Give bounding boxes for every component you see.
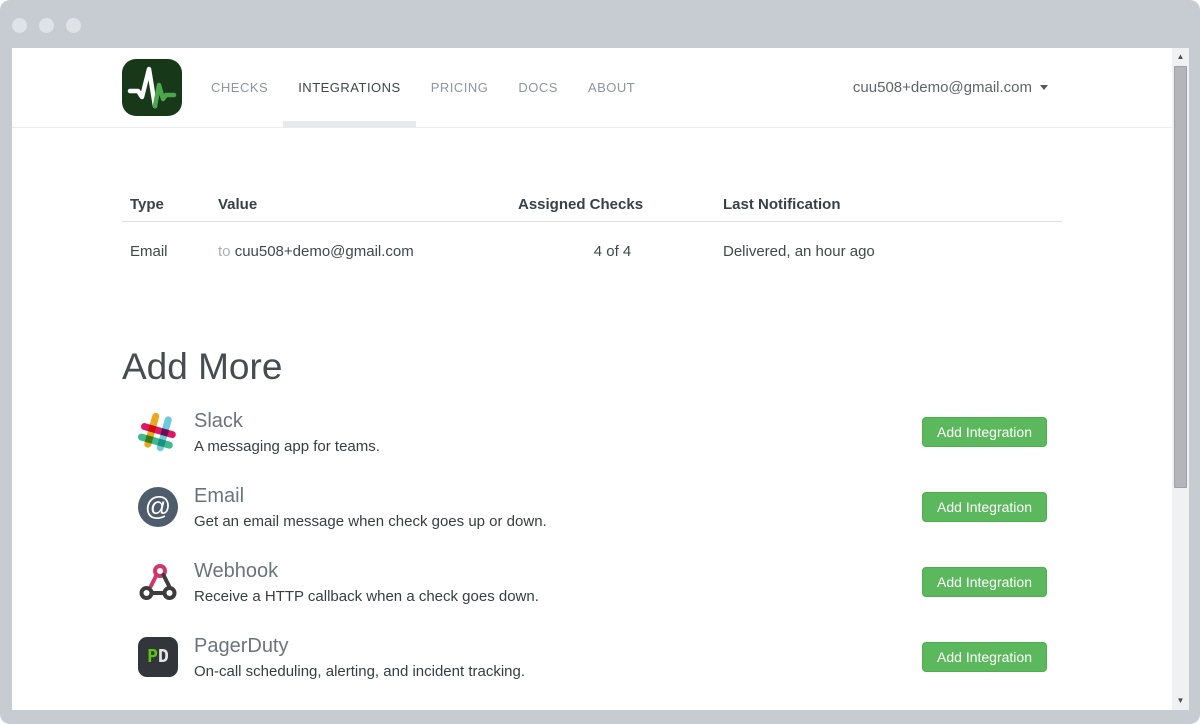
webhook-icon bbox=[138, 562, 178, 602]
healthchecks-logo[interactable] bbox=[122, 59, 182, 116]
integration-row-pagerduty: PD PagerDuty On-call scheduling, alertin… bbox=[122, 625, 1062, 689]
nav-item-docs[interactable]: DOCS bbox=[503, 48, 573, 128]
integrations-table: Type Value Assigned Checks Last Notifica… bbox=[122, 188, 1062, 286]
nav-item-pricing[interactable]: PRICING bbox=[416, 48, 504, 128]
vertical-scrollbar[interactable]: ▲ ▼ bbox=[1172, 48, 1189, 710]
add-integration-button-webhook[interactable]: Add Integration bbox=[922, 567, 1047, 597]
nav-item-integrations[interactable]: INTEGRATIONS bbox=[283, 48, 416, 128]
nav-item-about[interactable]: ABOUT bbox=[573, 48, 650, 128]
main-nav: CHECKS INTEGRATIONS PRICING DOCS ABOUT bbox=[196, 48, 650, 128]
col-header-last-notification: Last Notification bbox=[715, 188, 1062, 222]
cell-value: to cuu508+demo@gmail.com bbox=[210, 222, 510, 287]
browser-titlebar bbox=[0, 0, 1200, 48]
cell-assigned-checks: 4 of 4 bbox=[593, 243, 632, 260]
cell-type: Email bbox=[130, 243, 168, 260]
integration-name: Slack bbox=[194, 409, 243, 432]
integration-description: Get an email message when check goes up … bbox=[194, 512, 547, 530]
slack-icon bbox=[137, 411, 178, 453]
pagerduty-icon: PD bbox=[138, 637, 178, 677]
window-controls bbox=[12, 18, 81, 33]
window-control-dot[interactable] bbox=[39, 18, 54, 33]
email-icon: @ bbox=[138, 487, 178, 527]
value-email: cuu508+demo@gmail.com bbox=[234, 243, 414, 260]
nav-item-checks[interactable]: CHECKS bbox=[196, 48, 283, 128]
add-more-heading: Add More bbox=[122, 346, 283, 387]
add-integration-button-pagerduty[interactable]: Add Integration bbox=[922, 642, 1047, 672]
browser-window: CHECKS INTEGRATIONS PRICING DOCS ABOUT c… bbox=[0, 0, 1200, 724]
col-header-value: Value bbox=[210, 188, 510, 222]
integration-name: Webhook bbox=[194, 559, 279, 582]
integration-description: On-call scheduling, alerting, and incide… bbox=[194, 662, 526, 680]
col-header-type: Type bbox=[122, 188, 210, 222]
integration-description: A messaging app for teams. bbox=[194, 437, 380, 455]
table-row: Email to cuu508+demo@gmail.com 4 of 4 De… bbox=[122, 222, 1062, 287]
add-integration-button-email[interactable]: Add Integration bbox=[922, 492, 1047, 522]
account-email: cuu508+demo@gmail.com bbox=[852, 79, 1032, 96]
site-header: CHECKS INTEGRATIONS PRICING DOCS ABOUT c… bbox=[12, 48, 1172, 128]
value-prefix: to bbox=[218, 243, 231, 260]
integration-name: Email bbox=[194, 484, 245, 507]
scrollbar-thumb[interactable] bbox=[1174, 66, 1187, 488]
scroll-down-arrow-icon[interactable]: ▼ bbox=[1172, 694, 1189, 708]
main-content: Type Value Assigned Checks Last Notifica… bbox=[12, 188, 1172, 689]
integration-description: Receive a HTTP callback when a check goe… bbox=[194, 587, 539, 605]
integration-name: PagerDuty bbox=[194, 634, 289, 657]
table-header-row: Type Value Assigned Checks Last Notifica… bbox=[122, 188, 1062, 222]
col-header-assigned-checks: Assigned Checks bbox=[510, 188, 715, 222]
scroll-up-arrow-icon[interactable]: ▲ bbox=[1172, 50, 1189, 64]
integration-row-webhook: Webhook Receive a HTTP callback when a c… bbox=[122, 550, 1062, 614]
add-integration-button-slack[interactable]: Add Integration bbox=[922, 417, 1047, 447]
integration-row-email: @ Email Get an email message when check … bbox=[122, 475, 1062, 539]
caret-down-icon bbox=[1040, 85, 1048, 90]
window-control-dot[interactable] bbox=[66, 18, 81, 33]
window-control-dot[interactable] bbox=[12, 18, 27, 33]
pulse-icon bbox=[127, 66, 177, 109]
account-menu[interactable]: cuu508+demo@gmail.com bbox=[853, 79, 1048, 96]
page: CHECKS INTEGRATIONS PRICING DOCS ABOUT c… bbox=[12, 48, 1172, 710]
cell-last-notification: Delivered, an hour ago bbox=[723, 243, 875, 260]
integration-row-slack: Slack A messaging app for teams. Add Int… bbox=[122, 400, 1062, 464]
